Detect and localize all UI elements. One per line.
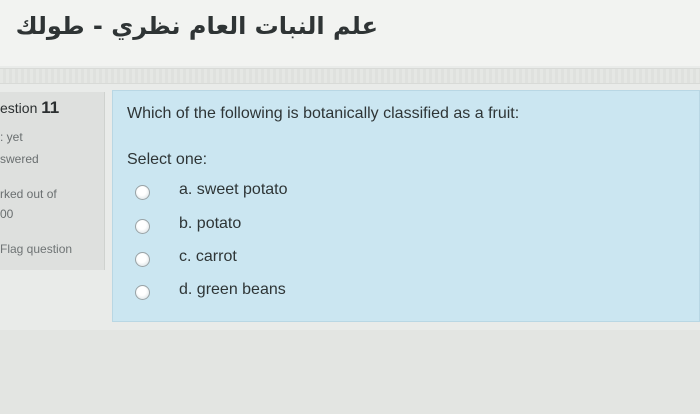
select-one-prompt: Select one:: [127, 151, 208, 168]
radio-button[interactable]: [135, 185, 150, 200]
option-label: a. sweet potato: [179, 181, 288, 198]
course-header: علم النبات العام نظري - طولك: [0, 0, 700, 66]
question-prefix: estion: [0, 100, 38, 116]
status-line-2: swered: [0, 152, 39, 166]
radio-button[interactable]: [135, 285, 150, 300]
option-label: b. potato: [179, 215, 242, 232]
marks-line-1: rked out of: [0, 187, 57, 201]
page-background: [0, 330, 700, 414]
flag-question-link[interactable]: Flag question: [0, 242, 72, 256]
status-line-1: : yet: [0, 130, 23, 144]
radio-button[interactable]: [135, 219, 150, 234]
option-label: c. carrot: [179, 248, 237, 265]
header-divider: [0, 68, 700, 84]
radio-button[interactable]: [135, 252, 150, 267]
marks-line-2: 00: [0, 207, 14, 221]
question-number: estion 11: [0, 98, 59, 118]
course-title: علم النبات العام نظري - طولك: [15, 12, 378, 40]
question-info-panel: estion 11 : yet swered rked out of 00 Fl…: [0, 92, 105, 270]
question-panel: Which of the following is botanically cl…: [112, 90, 700, 322]
question-number-value: 11: [41, 98, 60, 117]
question-text: Which of the following is botanically cl…: [127, 105, 520, 122]
option-label: d. green beans: [179, 281, 286, 298]
